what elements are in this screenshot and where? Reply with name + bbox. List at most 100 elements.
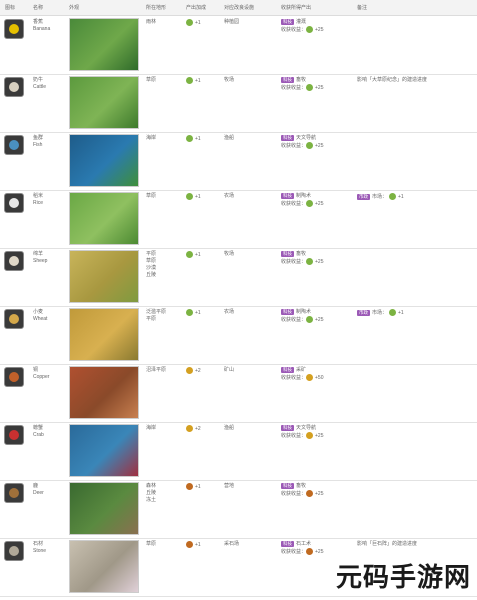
resource-en-name: Crab [33, 432, 44, 438]
terrain-text: 沙漠 [146, 265, 157, 271]
improvement-text: 采石场 [224, 541, 240, 547]
harvest-value: +25 [315, 490, 324, 497]
improvement-text: 渔船 [224, 135, 235, 141]
terrain-text: 雨林 [146, 19, 157, 25]
resource-name: 螃蟹 [33, 425, 44, 431]
improvement-text: 农场 [224, 193, 235, 199]
table-row: 鹿 Deer 森林 丘陵 冻土 +1 营地 科技 畜牧 收获收益： +25 [0, 480, 477, 539]
improvement-text: 矿山 [224, 367, 235, 373]
harvest-icon [306, 490, 314, 497]
resource-name: 石材 [33, 541, 44, 547]
tech-tag: 科技 [281, 77, 294, 83]
yield-icon [186, 541, 193, 548]
terrain-text: 草原 [146, 541, 157, 547]
terrain-text: 海岸 [146, 425, 157, 431]
terrain-cell: 平原 草原 沙漠 丘陵 [146, 251, 156, 279]
yield-cell: +1 [186, 309, 201, 317]
resource-en-name: Sheep [33, 258, 48, 264]
resource-icon [4, 309, 24, 329]
yield-cell: +2 [186, 367, 201, 375]
harvest-icon [306, 374, 314, 381]
table-row: 鱼群 Fish 海岸 +1 渔船 科技 天文导航 收获收益： +25 [0, 132, 477, 191]
harvest-value: +25 [315, 142, 324, 149]
yield-value: +1 [195, 541, 201, 548]
tech-name: 畜牧 [296, 77, 307, 83]
improvement-text: 渔船 [224, 425, 235, 431]
table-header: 图标 名称 外观 所在地形 产出加成 对应改良设施 收获所得产出 备注 [0, 0, 477, 16]
harvest-label: 收获收益： [281, 84, 307, 91]
resource-icon [4, 425, 24, 445]
tech-name: 采矿 [296, 367, 307, 373]
tech-name: 石工术 [296, 541, 312, 547]
harvest-icon [306, 26, 314, 33]
header-appearance: 外观 [69, 5, 80, 11]
improvement-text: 牧场 [224, 251, 235, 257]
tech-tag: 科技 [281, 251, 294, 257]
harvest-value: +25 [315, 316, 324, 323]
harvest-cell: 科技 天文导航 收获收益： +25 [281, 425, 324, 440]
yield-icon [186, 135, 193, 142]
note-yield-icon [389, 309, 397, 316]
yield-cell: +1 [186, 193, 201, 201]
harvest-icon [306, 200, 314, 207]
note-yield-icon [389, 193, 397, 200]
header-improvement: 对应改良设施 [224, 5, 255, 11]
table-row: 奶牛 Cattle 草原 +1 牧场 科技 畜牧 收获收益： +25 影响「大草原纪… [0, 74, 477, 133]
resource-name: 奶牛 [33, 77, 44, 83]
tech-name: 制陶术 [296, 309, 312, 315]
resource-name: 铜 [33, 367, 39, 373]
harvest-value: +25 [315, 200, 324, 207]
tech-tag: 科技 [281, 483, 294, 489]
resource-icon [4, 77, 24, 97]
yield-cell: +1 [186, 19, 201, 27]
yield-cell: +1 [186, 77, 201, 85]
resource-icon [4, 193, 24, 213]
tech-tag: 科技 [281, 135, 294, 141]
note-text: 市场： [372, 193, 388, 200]
terrain-text: 草原 [146, 193, 157, 199]
harvest-cell: 科技 天文导航 收获收益： +25 [281, 135, 324, 150]
resource-en-name: Fish [33, 142, 43, 148]
civic-tag: 市政 [357, 309, 370, 316]
harvest-icon [306, 84, 314, 91]
resource-name: 小麦 [33, 309, 44, 315]
notes-cell: 市政 市场： +1 [357, 193, 469, 201]
harvest-label: 收获收益： [281, 142, 307, 149]
civic-tag: 市政 [357, 193, 370, 200]
terrain-text: 森林 [146, 483, 157, 489]
note-value: +1 [398, 309, 404, 316]
harvest-icon [306, 316, 314, 323]
yield-value: +1 [195, 19, 201, 26]
resource-name: 鹿 [33, 483, 39, 489]
tech-name: 制陶术 [296, 193, 312, 199]
yield-icon [186, 19, 193, 26]
yield-value: +2 [195, 367, 201, 374]
note-text: 市场： [372, 309, 388, 316]
terrain-text: 平原 [146, 251, 157, 257]
resource-en-name: Deer [33, 490, 44, 496]
tech-tag: 科技 [281, 19, 294, 25]
header-harvest: 收获所得产出 [281, 5, 312, 11]
yield-value: +1 [195, 309, 201, 316]
resource-image [69, 366, 139, 419]
yield-cell: +1 [186, 135, 201, 143]
terrain-text: 草原 [146, 258, 157, 264]
yield-icon [186, 425, 193, 432]
table-row: 稻米 Rice 草原 +1 农场 科技 制陶术 收获收益： +25 市政 市场： +1 [0, 190, 477, 249]
resource-image [69, 482, 139, 535]
yield-value: +2 [195, 425, 201, 432]
improvement-text: 营地 [224, 483, 235, 489]
harvest-cell: 科技 灌溉 收获收益： +25 [281, 19, 324, 34]
terrain-text: 海岸 [146, 135, 157, 141]
terrain-cell: 草原 [146, 77, 156, 84]
harvest-cell: 科技 制陶术 收获收益： +25 [281, 309, 324, 324]
tech-tag: 科技 [281, 367, 294, 373]
resource-en-name: Copper [33, 374, 50, 380]
harvest-label: 收获收益： [281, 258, 307, 265]
table-row: 铜 Copper 沼泽平原 +2 矿山 科技 采矿 收获收益： +50 [0, 364, 477, 423]
improvement-text: 农场 [224, 309, 235, 315]
resource-name: 鱼群 [33, 135, 44, 141]
terrain-text: 泛滥平原 [146, 309, 167, 315]
harvest-cell: 科技 畜牧 收获收益： +25 [281, 251, 324, 266]
harvest-icon [306, 258, 314, 265]
